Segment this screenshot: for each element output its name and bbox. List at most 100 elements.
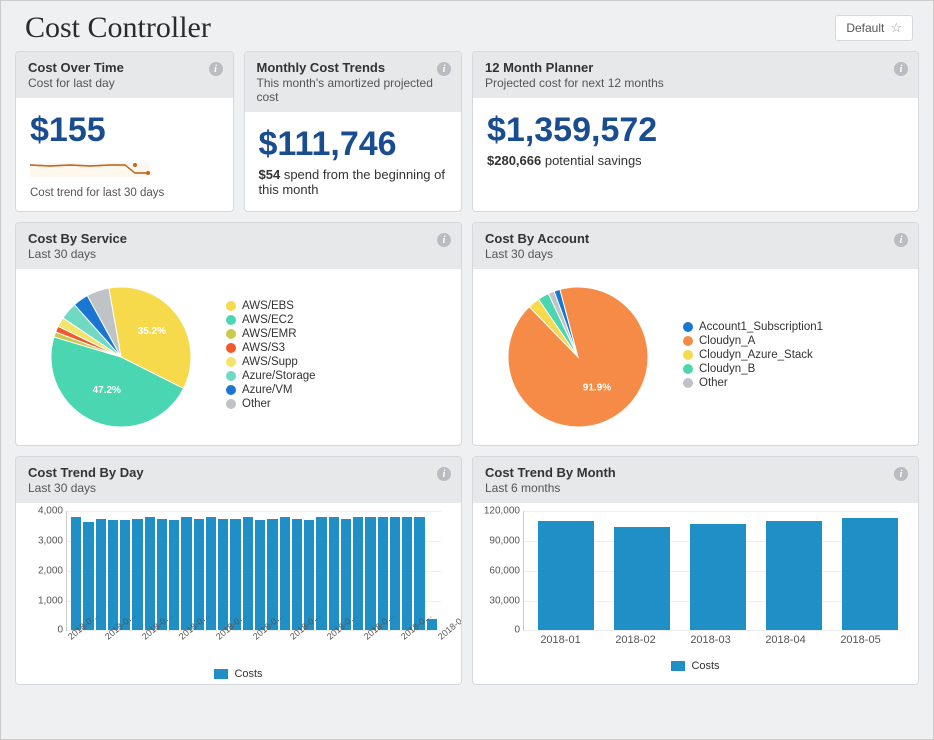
svg-text:35.2%: 35.2%: [138, 326, 166, 337]
legend-swatch: [671, 661, 685, 671]
legend-label: AWS/S3: [242, 342, 285, 354]
chart-legend: Costs: [28, 668, 449, 680]
bar[interactable]: [766, 521, 822, 630]
legend-swatch: [226, 399, 236, 409]
star-icon: ☆: [890, 20, 902, 36]
ytick: 4,000: [25, 506, 63, 517]
legend-row[interactable]: AWS/EBS: [226, 300, 316, 312]
chart-legend: Costs: [485, 660, 906, 672]
bar[interactable]: [292, 519, 302, 631]
card-title: Cost By Account: [485, 231, 906, 246]
card-title: Cost By Service: [28, 231, 449, 246]
legend-swatch: [683, 322, 693, 332]
bar[interactable]: [108, 520, 118, 630]
bar[interactable]: [145, 517, 155, 630]
bar[interactable]: [71, 517, 81, 630]
card-subtitle: This month's amortized projected cost: [257, 76, 450, 104]
legend-swatch: [226, 371, 236, 381]
card-subtitle: Cost for last day: [28, 76, 221, 90]
legend-label: AWS/EBS: [242, 300, 294, 312]
legend-row[interactable]: Cloudyn_A: [683, 335, 823, 347]
info-icon[interactable]: i: [894, 62, 908, 76]
legend-row[interactable]: Azure/VM: [226, 384, 316, 396]
legend-swatch: [226, 343, 236, 353]
sparkline-caption: Cost trend for last 30 days: [30, 187, 219, 199]
ytick: 30,000: [482, 595, 520, 606]
bar[interactable]: [218, 519, 228, 631]
bar[interactable]: [255, 520, 265, 630]
legend-swatch: [226, 385, 236, 395]
ytick: 0: [25, 625, 63, 636]
kpi-value: $155: [30, 112, 219, 149]
ytick: 1,000: [25, 595, 63, 606]
bar-chart-month[interactable]: 030,00060,00090,000120,000: [523, 511, 898, 631]
legend-row[interactable]: AWS/Supp: [226, 356, 316, 368]
xtick: 2018-03: [690, 634, 730, 646]
legend-swatch: [683, 336, 693, 346]
legend-swatch: [683, 364, 693, 374]
legend-label: Cloudyn_A: [699, 335, 755, 347]
page-title: Cost Controller: [25, 11, 211, 45]
bar[interactable]: [402, 517, 412, 630]
legend-account: Account1_Subscription1 Cloudyn_A Cloudyn_A…: [683, 319, 823, 391]
bar[interactable]: [365, 517, 375, 630]
card-title: Cost Trend By Month: [485, 465, 906, 480]
xtick: 2018-01: [540, 634, 580, 646]
ytick: 0: [482, 625, 520, 636]
xtick: 2018-05: [840, 634, 880, 646]
legend-swatch: [226, 329, 236, 339]
ytick: 90,000: [482, 536, 520, 547]
xtick: 2018-04: [765, 634, 805, 646]
legend-label: Cloudyn_Azure_Stack: [699, 349, 813, 361]
kpi-value: $1,359,572: [487, 112, 904, 149]
pie-chart-service[interactable]: 35.2%47.2%: [36, 275, 206, 435]
ytick: 120,000: [482, 506, 520, 517]
info-icon[interactable]: i: [209, 62, 223, 76]
legend-label: Other: [699, 377, 728, 389]
legend-row[interactable]: AWS/EC2: [226, 314, 316, 326]
bar[interactable]: [538, 521, 594, 630]
info-icon[interactable]: i: [437, 62, 451, 76]
legend-row[interactable]: AWS/S3: [226, 342, 316, 354]
legend-service: AWS/EBS AWS/EC2 AWS/EMR AWS/S3 AWS/Supp Azure…: [226, 298, 316, 412]
bar[interactable]: [181, 517, 191, 630]
kpi-subtext: $280,666 potential savings: [487, 153, 904, 168]
bar[interactable]: [329, 517, 339, 630]
legend-label: Cloudyn_B: [699, 363, 755, 375]
card-cost-over-time: Cost Over Time Cost for last day i $155 …: [15, 51, 234, 212]
kpi-value: $111,746: [259, 126, 448, 163]
bar[interactable]: [842, 518, 898, 630]
legend-label: Account1_Subscription1: [699, 321, 823, 333]
xaxis-month: 2018-012018-022018-032018-042018-05: [523, 634, 898, 646]
ytick: 60,000: [482, 565, 520, 576]
legend-row[interactable]: Other: [683, 377, 823, 389]
pie-chart-account[interactable]: 91.9%: [493, 275, 663, 435]
legend-swatch: [214, 669, 228, 679]
legend-label: Azure/Storage: [242, 370, 316, 382]
legend-row[interactable]: Azure/Storage: [226, 370, 316, 382]
bar[interactable]: [690, 524, 746, 630]
card-subtitle: Last 30 days: [485, 247, 906, 261]
legend-swatch: [226, 301, 236, 311]
legend-label: Other: [242, 398, 271, 410]
card-subtitle: Projected cost for next 12 months: [485, 76, 906, 90]
legend-swatch: [683, 350, 693, 360]
kpi-subtext: $54 spend from the beginning of this mon…: [259, 167, 448, 197]
card-subtitle: Last 30 days: [28, 247, 449, 261]
card-cost-by-service: Cost By Service Last 30 days i 35.2%47.2…: [15, 222, 462, 446]
xaxis-day: 2018-0…2018-0…2018-0…2018-0…2018-0…2018-…: [66, 634, 441, 654]
card-subtitle: Last 30 days: [28, 481, 449, 495]
legend-row[interactable]: Account1_Subscription1: [683, 321, 823, 333]
sparkline: [30, 155, 219, 181]
default-button-label: Default: [846, 21, 884, 35]
card-title: 12 Month Planner: [485, 60, 906, 75]
legend-row[interactable]: Other: [226, 398, 316, 410]
svg-text:91.9%: 91.9%: [583, 383, 611, 394]
card-cost-trend-by-day: Cost Trend By Day Last 30 days i 01,0002…: [15, 456, 462, 685]
ytick: 3,000: [25, 536, 63, 547]
legend-row[interactable]: Cloudyn_B: [683, 363, 823, 375]
legend-row[interactable]: AWS/EMR: [226, 328, 316, 340]
legend-row[interactable]: Cloudyn_Azure_Stack: [683, 349, 823, 361]
default-button[interactable]: Default ☆: [835, 15, 913, 41]
bar[interactable]: [614, 527, 670, 630]
